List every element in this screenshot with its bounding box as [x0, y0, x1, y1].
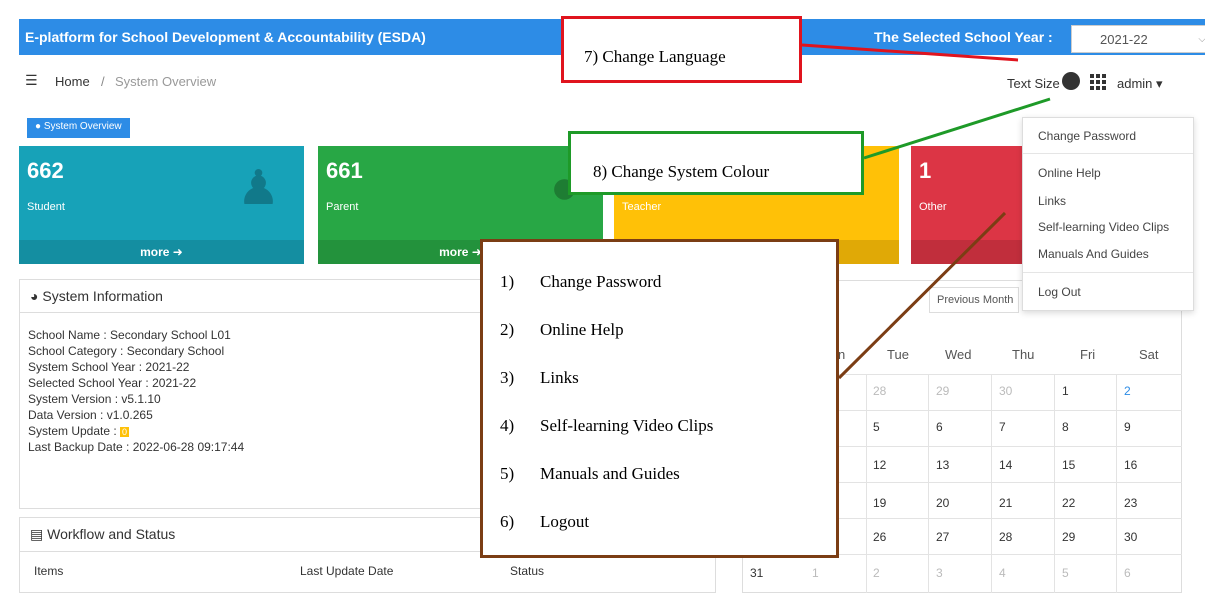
colour-pointer-line	[863, 97, 1051, 160]
annotation-list-item: 2) Online Help	[500, 320, 624, 339]
annotation-list-item: 4) Self-learning Video Clips	[500, 416, 714, 435]
annotation-change-colour: 8) Change System Colour	[568, 131, 864, 195]
annotation-menu-list: 1) Change Password 2) Online Help 3) Links …	[480, 239, 839, 558]
annotation-list-item: 5) Manuals and Guides	[500, 464, 680, 483]
language-pointer-line	[801, 43, 1019, 62]
annotation-change-language: 7) Change Language	[561, 16, 802, 83]
annotation-list-item: 6) Logout	[500, 512, 590, 531]
annotation-list-item: 1) Change Password	[500, 272, 662, 291]
menu-pointer-line	[837, 211, 1007, 380]
annotation-list-item: 3) Links	[500, 368, 579, 387]
